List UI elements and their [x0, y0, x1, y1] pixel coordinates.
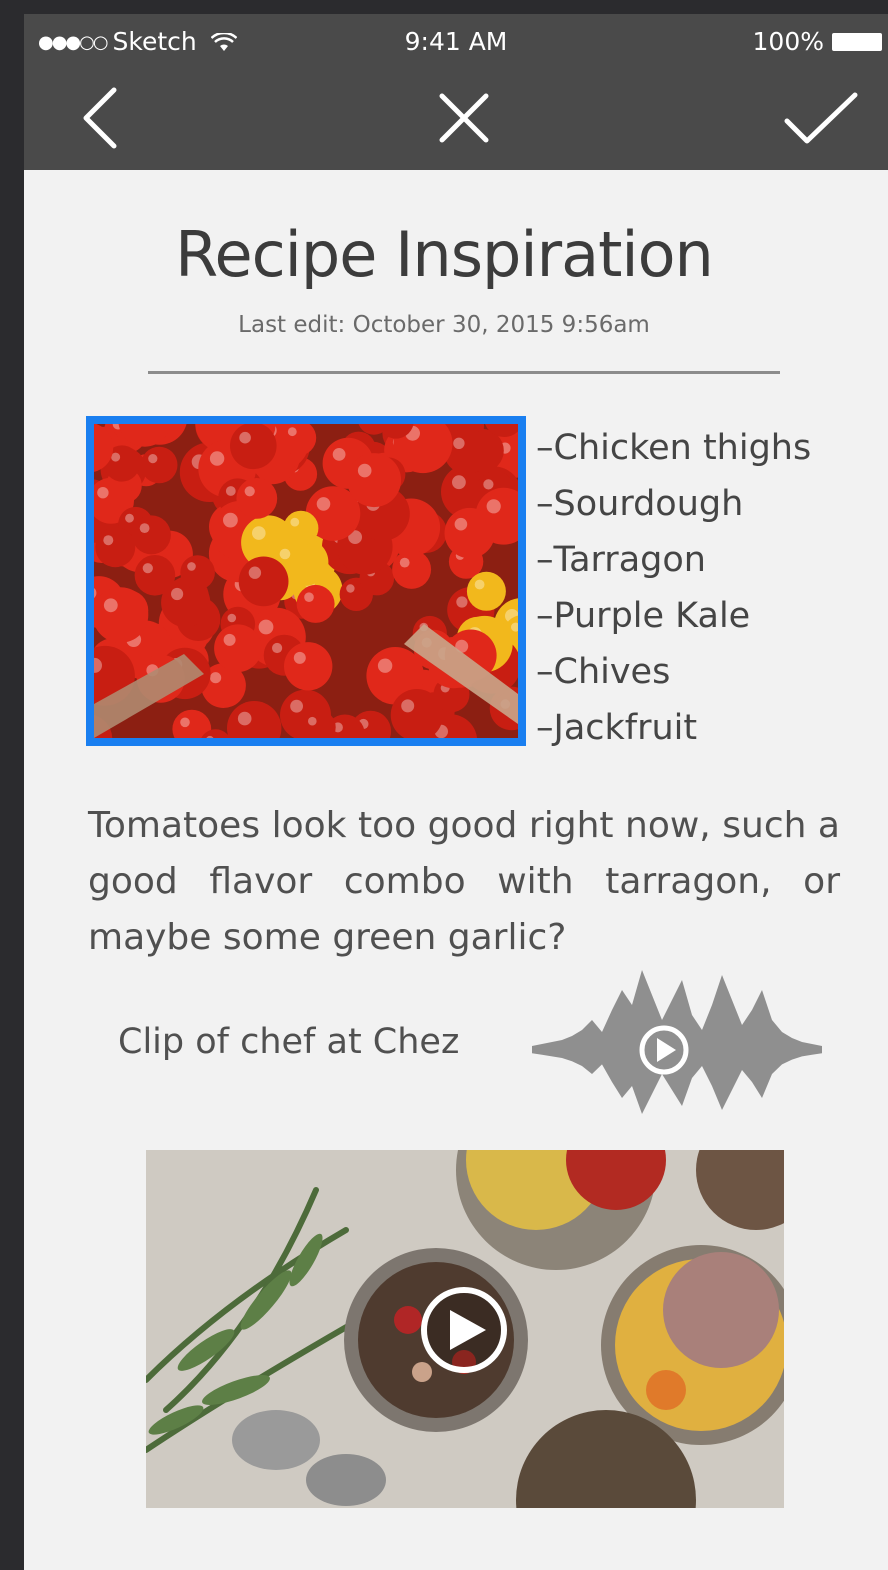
ingredient-item: –Purple Kale	[536, 596, 751, 636]
play-button-icon[interactable]	[421, 1287, 507, 1373]
checkmark-icon	[784, 92, 858, 144]
done-button[interactable]	[776, 78, 866, 158]
back-button[interactable]	[64, 78, 136, 158]
ingredient-item: –Jackfruit	[536, 708, 698, 748]
tomato-photo[interactable]	[86, 416, 526, 746]
note-title[interactable]: Recipe Inspiration	[0, 218, 888, 291]
status-battery: 100%	[753, 24, 882, 60]
ingredient-list[interactable]: –Chicken thighs –Sourdough –Tarragon –Pu…	[536, 420, 811, 756]
close-icon	[439, 93, 489, 143]
audio-clip-label: Clip of chef at Chez	[118, 1022, 460, 1062]
video-thumbnail[interactable]	[146, 1150, 784, 1508]
ingredient-item: –Chicken thighs	[536, 428, 812, 468]
battery-icon	[832, 33, 882, 51]
navigation-bar: ●●●○○ Sketch 9:41 AM 100%	[24, 14, 888, 170]
audio-waveform[interactable]	[532, 966, 822, 1136]
close-button[interactable]	[428, 78, 500, 158]
ingredient-item: –Chives	[536, 652, 671, 692]
note-body[interactable]: Tomatoes look too good right now, such a…	[88, 798, 840, 966]
battery-percent: 100%	[752, 27, 824, 56]
ingredient-item: –Tarragon	[536, 540, 706, 580]
food-jars-image	[146, 1150, 784, 1508]
tomatoes-image	[94, 424, 518, 738]
last-edit-timestamp: Last edit: October 30, 2015 9:56am	[238, 312, 650, 338]
title-divider	[148, 371, 780, 374]
chevron-left-icon	[83, 87, 117, 149]
ingredient-item: –Sourdough	[536, 484, 744, 524]
